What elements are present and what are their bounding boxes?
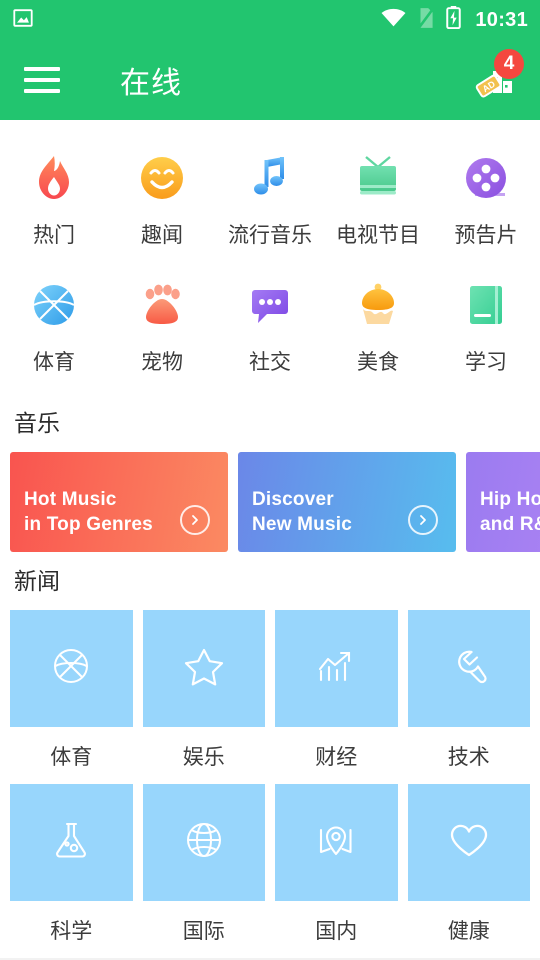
music-note-icon xyxy=(242,150,298,206)
music-card-row[interactable]: Hot Music in Top Genres Discover New Mus… xyxy=(0,452,540,552)
television-icon xyxy=(350,150,406,206)
music-card-line1: Hip Hop xyxy=(480,488,540,510)
category-label: 美食 xyxy=(357,351,399,374)
category-label: 学习 xyxy=(465,351,507,374)
music-card-hot-music[interactable]: Hot Music in Top Genres xyxy=(10,452,228,552)
chevron-right-circle-icon[interactable] xyxy=(408,505,438,535)
battery-charging-icon xyxy=(446,6,462,34)
news-label: 科学 xyxy=(50,920,93,943)
chart-growth-icon xyxy=(314,644,358,693)
news-label: 娱乐 xyxy=(182,746,225,769)
category-item-social[interactable]: 社交 xyxy=(216,265,324,390)
basketball-icon xyxy=(26,277,82,333)
heart-outline-icon xyxy=(447,818,491,867)
status-bar-notifications xyxy=(12,7,34,34)
news-tile[interactable] xyxy=(275,610,398,727)
music-card-line2: and R&B xyxy=(480,514,540,536)
music-card-text: Discover New Music xyxy=(252,487,352,538)
category-grid: 热门 趣闻 流行音乐 电视节目 预告片 体育 宠物 社交 美食 学习 xyxy=(0,120,540,394)
news-section-title: 新闻 xyxy=(14,568,60,594)
news-item-health[interactable]: 健康 xyxy=(407,784,530,958)
status-bar: 10:31 xyxy=(0,0,540,40)
basketball-outline-icon xyxy=(49,644,93,693)
category-item-fun[interactable]: 趣闻 xyxy=(108,138,216,263)
music-card-text: Hip Hop and R&B xyxy=(480,487,540,538)
category-item-study[interactable]: 学习 xyxy=(432,265,540,390)
category-item-sports[interactable]: 体育 xyxy=(0,265,108,390)
app-bar: 在线 AD 4 xyxy=(0,40,540,120)
category-item-food[interactable]: 美食 xyxy=(324,265,432,390)
book-icon xyxy=(458,277,514,333)
news-item-international[interactable]: 国际 xyxy=(142,784,265,958)
music-section-title: 音乐 xyxy=(14,410,60,436)
star-outline-icon xyxy=(182,644,226,693)
category-label: 宠物 xyxy=(141,351,183,374)
category-item-pets[interactable]: 宠物 xyxy=(108,265,216,390)
hamburger-menu-icon[interactable] xyxy=(24,67,60,93)
category-label: 趣闻 xyxy=(141,224,183,247)
news-label: 国际 xyxy=(182,920,225,943)
news-item-domestic[interactable]: 国内 xyxy=(275,784,398,958)
category-label: 社交 xyxy=(249,351,291,374)
paw-print-icon xyxy=(134,277,190,333)
news-label: 财经 xyxy=(315,746,358,769)
news-tile[interactable] xyxy=(142,610,265,727)
wrench-icon xyxy=(447,644,491,693)
chat-bubble-icon xyxy=(242,277,298,333)
music-card-text: Hot Music in Top Genres xyxy=(24,487,153,538)
status-bar-indicators: 10:31 xyxy=(381,6,528,34)
category-label: 预告片 xyxy=(454,224,518,247)
status-bar-clock: 10:31 xyxy=(475,8,528,31)
music-card-line1: Discover xyxy=(252,488,334,510)
image-notification-icon xyxy=(12,7,34,34)
category-label: 电视节目 xyxy=(336,224,420,247)
music-card-hip-hop-rnb[interactable]: Hip Hop and R&B xyxy=(466,452,540,552)
wifi-icon xyxy=(381,8,406,33)
news-label: 健康 xyxy=(447,920,490,943)
news-label: 体育 xyxy=(50,746,93,769)
category-label: 体育 xyxy=(33,351,75,374)
news-item-sports[interactable]: 体育 xyxy=(10,610,133,784)
news-tile[interactable] xyxy=(407,784,530,901)
flask-icon xyxy=(49,818,93,867)
news-tile[interactable] xyxy=(142,784,265,901)
news-tile[interactable] xyxy=(10,784,133,901)
news-tile[interactable] xyxy=(10,610,133,727)
category-item-hot[interactable]: 热门 xyxy=(0,138,108,263)
news-grid: 体育 娱乐 财经 技术 科学 国际 国内 健康 xyxy=(0,610,540,958)
news-item-finance[interactable]: 财经 xyxy=(275,610,398,784)
globe-icon xyxy=(182,818,226,867)
cupcake-icon xyxy=(350,277,406,333)
notification-badge: 4 xyxy=(494,49,524,79)
news-label: 国内 xyxy=(315,920,358,943)
category-label: 流行音乐 xyxy=(228,224,312,247)
news-tile[interactable] xyxy=(275,784,398,901)
film-reel-icon xyxy=(458,150,514,206)
ad-tag-button[interactable]: AD 4 xyxy=(472,49,524,103)
music-card-line1: Hot Music xyxy=(24,488,117,510)
no-sim-icon xyxy=(417,7,435,34)
music-card-discover-new-music[interactable]: Discover New Music xyxy=(238,452,456,552)
category-item-trailer[interactable]: 预告片 xyxy=(432,138,540,263)
music-card-line2: New Music xyxy=(252,514,352,536)
category-label: 热门 xyxy=(33,224,75,247)
news-tile[interactable] xyxy=(407,610,530,727)
flame-icon xyxy=(26,150,82,206)
news-item-technology[interactable]: 技术 xyxy=(407,610,530,784)
smiley-face-icon xyxy=(134,150,190,206)
news-label: 技术 xyxy=(447,746,490,769)
category-item-tv[interactable]: 电视节目 xyxy=(324,138,432,263)
news-item-science[interactable]: 科学 xyxy=(10,784,133,958)
chevron-right-circle-icon[interactable] xyxy=(180,505,210,535)
music-card-line2: in Top Genres xyxy=(24,514,153,536)
category-item-pop-music[interactable]: 流行音乐 xyxy=(216,138,324,263)
map-pin-icon xyxy=(314,818,358,867)
page-title: 在线 xyxy=(120,67,182,100)
news-item-entertainment[interactable]: 娱乐 xyxy=(142,610,265,784)
